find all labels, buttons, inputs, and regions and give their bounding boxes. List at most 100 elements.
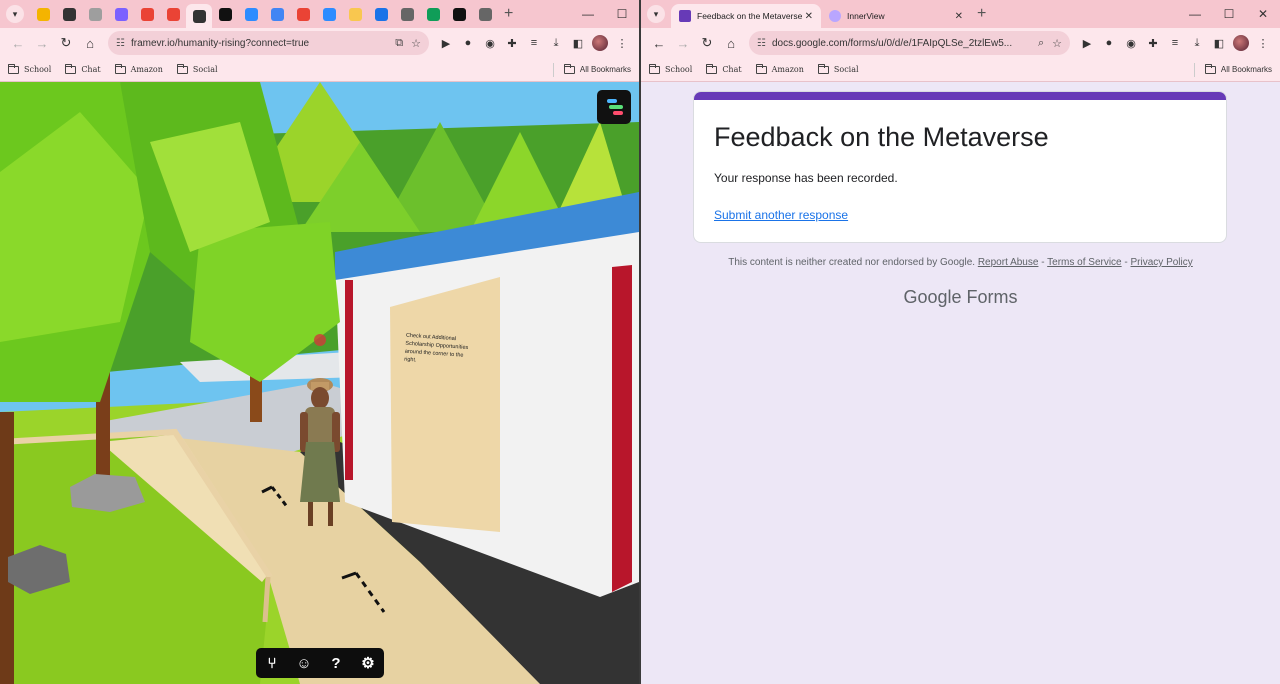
- tab-feedback-form[interactable]: Feedback on the Metaverse ✕: [671, 4, 821, 28]
- pinned-tab[interactable]: [368, 3, 394, 25]
- profile-avatar[interactable]: [1230, 32, 1252, 54]
- cast-icon[interactable]: ⧉: [395, 37, 403, 50]
- framevr-3d-viewport[interactable]: Check out Additional Scholarship Opportu…: [0, 82, 639, 684]
- new-tab-button[interactable]: +: [977, 5, 986, 23]
- 3d-scene[interactable]: [0, 82, 639, 684]
- zoom-icon[interactable]: ⌕: [1038, 37, 1044, 50]
- pinned-tab[interactable]: [290, 3, 316, 25]
- pinned-tab[interactable]: [420, 3, 446, 25]
- gmail-icon: [140, 7, 154, 21]
- extension-arrow-icon[interactable]: ▶: [1076, 32, 1098, 54]
- address-bar[interactable]: ☷ docs.google.com/forms/u/0/d/e/1FAIpQLS…: [749, 31, 1070, 55]
- pinned-tab[interactable]: [160, 3, 186, 25]
- pinned-tab[interactable]: [238, 3, 264, 25]
- back-icon[interactable]: ←: [647, 31, 671, 55]
- terms-of-service-link[interactable]: Terms of Service: [1047, 257, 1121, 268]
- bookmark-folder-chat[interactable]: Chat: [65, 63, 101, 74]
- seat-icon[interactable]: ⑂: [258, 649, 286, 677]
- download-icon[interactable]: ⤓: [1186, 32, 1208, 54]
- minimize-icon[interactable]: —: [571, 0, 605, 28]
- pinned-tab[interactable]: [82, 3, 108, 25]
- extension-arrow-icon[interactable]: ▶: [435, 32, 457, 54]
- pinned-tab[interactable]: [56, 3, 82, 25]
- form-accent-bar: [694, 92, 1226, 100]
- google-icon: [270, 7, 284, 21]
- address-bar[interactable]: ☷ framevr.io/humanity-rising?connect=tru…: [108, 31, 429, 55]
- response-recorded-message: Your response has been recorded.: [714, 171, 898, 185]
- pinned-tab[interactable]: [212, 3, 238, 25]
- close-tab-icon[interactable]: ✕: [955, 11, 963, 22]
- bookmarks-bar: School Chat Amazon Social All Bookmarks: [0, 58, 639, 82]
- privacy-policy-link[interactable]: Privacy Policy: [1131, 257, 1193, 268]
- pinned-tab[interactable]: [472, 3, 498, 25]
- extension-circle-icon[interactable]: ◉: [1120, 32, 1142, 54]
- frame-logo-icon[interactable]: [597, 90, 631, 124]
- pinned-tab[interactable]: [394, 3, 420, 25]
- submit-another-response-link[interactable]: Submit another response: [714, 208, 1226, 222]
- site-info-icon[interactable]: ☷: [757, 38, 766, 49]
- google-forms-logo[interactable]: Google Forms: [641, 287, 1280, 308]
- form-title: Feedback on the Metaverse: [714, 122, 1049, 152]
- extensions-puzzle-icon[interactable]: ✚: [501, 32, 523, 54]
- pinned-tab[interactable]: [30, 3, 56, 25]
- pinned-tab[interactable]: [134, 3, 160, 25]
- extension-circle-icon[interactable]: ◉: [479, 32, 501, 54]
- back-icon[interactable]: ←: [6, 31, 30, 55]
- bookmark-folder-school[interactable]: School: [649, 63, 692, 74]
- extension-icon[interactable]: ●: [1098, 32, 1120, 54]
- extensions-puzzle-icon[interactable]: ✚: [1142, 32, 1164, 54]
- bookmark-folder-chat[interactable]: Chat: [706, 63, 742, 74]
- settings-gear-icon[interactable]: ⚙: [354, 649, 382, 677]
- bookmark-folder-school[interactable]: School: [8, 63, 51, 74]
- forward-icon[interactable]: →: [30, 31, 54, 55]
- reload-icon[interactable]: ↻: [695, 31, 719, 55]
- zoom-icon: [322, 7, 336, 21]
- bookmark-star-icon[interactable]: ☆: [411, 37, 421, 50]
- pinned-tab[interactable]: [342, 3, 368, 25]
- minimize-icon[interactable]: —: [1178, 0, 1212, 28]
- pinned-tab[interactable]: [264, 3, 290, 25]
- all-bookmarks[interactable]: All Bookmarks: [1193, 62, 1272, 77]
- tab-innerview[interactable]: InnerView ✕: [821, 4, 971, 28]
- s-icon: [452, 7, 466, 21]
- reading-list-icon[interactable]: ≡: [523, 32, 545, 54]
- bookmark-folder-social[interactable]: Social: [176, 63, 218, 74]
- bookmark-folder-amazon[interactable]: Amazon: [114, 63, 163, 74]
- tab-search-icon[interactable]: ▾: [6, 5, 24, 23]
- pinned-tab[interactable]: [446, 3, 472, 25]
- tab-search-icon[interactable]: ▾: [647, 5, 665, 23]
- all-bookmarks[interactable]: All Bookmarks: [552, 62, 631, 77]
- pinned-tab[interactable]: [186, 4, 212, 28]
- maximize-icon[interactable]: ☐: [1212, 0, 1246, 28]
- side-panel-icon[interactable]: ◧: [1208, 32, 1230, 54]
- emoji-icon[interactable]: ☺: [290, 649, 318, 677]
- sheet-icon: [348, 7, 362, 21]
- menu-icon[interactable]: ⋮: [611, 32, 633, 54]
- report-abuse-link[interactable]: Report Abuse: [978, 257, 1039, 268]
- profile-avatar[interactable]: [589, 32, 611, 54]
- form-disclaimer: This content is neither created nor endo…: [728, 257, 1193, 268]
- menu-icon[interactable]: ⋮: [1252, 32, 1274, 54]
- response-card: Feedback on the Metaverse Your response …: [693, 91, 1227, 243]
- pinned-tab[interactable]: [108, 3, 134, 25]
- download-icon[interactable]: ⤓: [545, 32, 567, 54]
- close-window-icon[interactable]: ✕: [1246, 0, 1280, 28]
- bookmark-star-icon[interactable]: ☆: [1052, 37, 1062, 50]
- left-browser-window: ▾ + — ☐ ← → ↻ ⌂ ☷ framevr.io/humanity-ri…: [0, 0, 639, 684]
- new-tab-button[interactable]: +: [504, 5, 513, 23]
- close-tab-icon[interactable]: ✕: [805, 11, 813, 22]
- maximize-icon[interactable]: ☐: [605, 0, 639, 28]
- home-icon[interactable]: ⌂: [78, 31, 102, 55]
- help-icon[interactable]: ?: [322, 649, 350, 677]
- bookmark-folder-social[interactable]: Social: [817, 63, 859, 74]
- home-icon[interactable]: ⌂: [719, 31, 743, 55]
- pinned-tab[interactable]: [316, 3, 342, 25]
- bookmark-folder-amazon[interactable]: Amazon: [755, 63, 804, 74]
- window-controls: — ☐: [571, 0, 639, 28]
- extension-icon[interactable]: ●: [457, 32, 479, 54]
- side-panel-icon[interactable]: ◧: [567, 32, 589, 54]
- reading-list-icon[interactable]: ≡: [1164, 32, 1186, 54]
- reload-icon[interactable]: ↻: [54, 31, 78, 55]
- site-info-icon[interactable]: ☷: [116, 38, 125, 49]
- forward-icon[interactable]: →: [671, 31, 695, 55]
